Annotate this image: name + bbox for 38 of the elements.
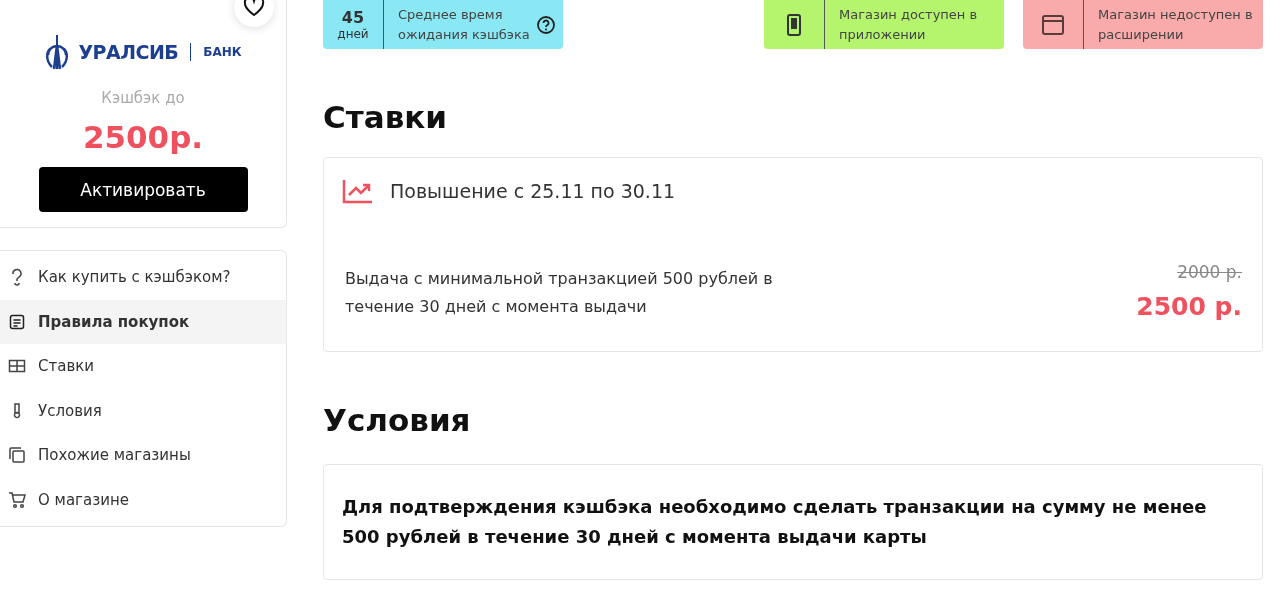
- sidebar-item[interactable]: Как купить с кэшбэком?: [0, 255, 286, 300]
- heart-icon: [243, 0, 265, 17]
- sidebar-item[interactable]: Условия: [0, 388, 286, 433]
- logo-suffix: БАНК: [203, 45, 242, 59]
- days-unit: дней: [337, 27, 369, 41]
- sidebar-item-label: Условия: [38, 401, 102, 420]
- section-heading: Ставки: [323, 99, 448, 135]
- cashback-value: 2500р.: [82, 119, 204, 155]
- cashback-label: Кэшбэк до: [101, 89, 185, 107]
- help-icon[interactable]: [537, 15, 555, 34]
- sidebar-item[interactable]: О магазине: [0, 477, 286, 522]
- logo-name: УРАЛСИБ: [78, 41, 179, 63]
- section-heading: Условия: [323, 402, 472, 438]
- promo-title: Повышение с 25.11 по 30.11: [390, 180, 676, 202]
- sidebar-item-label: О магазине: [38, 490, 129, 509]
- sidebar-item-label: Как купить с кэшбэком?: [38, 268, 231, 287]
- copy-icon: [8, 446, 26, 465]
- sidebar-item-label: Правила покупок: [38, 312, 190, 331]
- sidebar-item[interactable]: Правила покупок: [0, 299, 286, 344]
- phone-icon: [787, 13, 801, 36]
- cart-icon: [8, 490, 26, 509]
- activate-button[interactable]: Активировать: [38, 167, 248, 212]
- badge-text: Среднее время ожидания кэшбэка: [398, 5, 531, 44]
- rate-description: Выдача с минимальной транзакцией 500 рублей в течение 30 дней с момента выдачи: [345, 268, 774, 318]
- sidebar-item[interactable]: Ставки: [0, 344, 286, 389]
- browser-window-icon: [1042, 14, 1064, 35]
- sidebar-item[interactable]: Похожие магазины: [0, 433, 286, 478]
- trend-up-icon: [342, 178, 374, 204]
- sidebar-item-label: Похожие магазины: [38, 446, 191, 465]
- badge-text: Магазин доступен в приложении: [839, 5, 979, 44]
- sidebar-item-label: Ставки: [38, 357, 95, 376]
- document-icon: [8, 312, 26, 331]
- new-price: 2500 р.: [1136, 292, 1242, 321]
- badge-text: Магазин недоступен в расширении: [1098, 5, 1254, 44]
- days-number: 45: [341, 8, 365, 27]
- old-price: 2000 р.: [1177, 262, 1242, 282]
- logo-emblem-icon: [44, 35, 71, 69]
- conditions-text: Для подтверждения кэшбэка необходимо сделать транзакции на сумму не менее 500 рублей в течение 30 дней с момента выдачи карты: [342, 496, 1207, 547]
